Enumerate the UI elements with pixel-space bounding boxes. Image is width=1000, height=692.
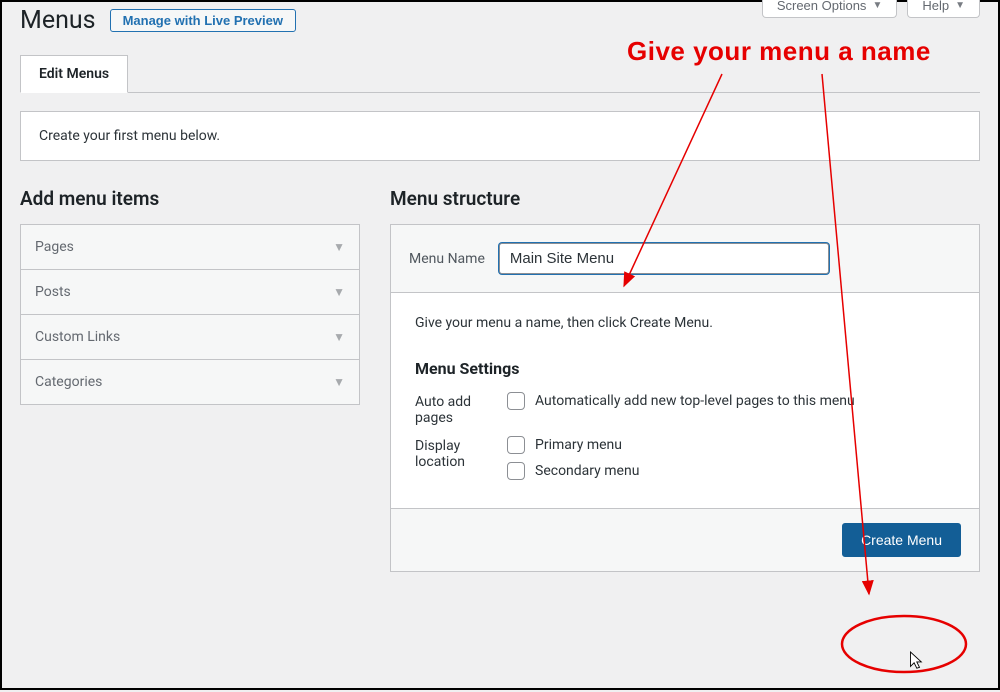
screen-options-label: Screen Options [777,0,867,13]
primary-menu-text: Primary menu [535,437,622,453]
display-location-secondary[interactable]: Secondary menu [507,462,955,480]
chevron-down-icon: ▼ [955,0,965,11]
help-label: Help [922,0,949,13]
screen-options-button[interactable]: Screen Options ▼ [762,0,898,18]
auto-add-pages-option[interactable]: Automatically add new top-level pages to… [507,392,955,410]
accordion-pages-label: Pages [35,239,74,255]
chevron-down-icon: ▼ [872,0,882,11]
chevron-down-icon: ▼ [333,285,345,299]
display-location-primary[interactable]: Primary menu [507,436,955,454]
auto-add-pages-checkbox[interactable] [507,392,525,410]
auto-add-pages-text: Automatically add new top-level pages to… [535,393,855,409]
tab-bar: Edit Menus [20,55,980,93]
secondary-menu-text: Secondary menu [535,463,639,479]
chevron-down-icon: ▼ [333,330,345,344]
auto-add-pages-label: Auto add pages [415,392,507,426]
display-location-label: Display location [415,436,507,480]
menu-items-accordion: Pages ▼ Posts ▼ Custom Links ▼ Categorie… [20,224,360,405]
cursor-icon [906,650,924,672]
notice-first-menu: Create your first menu below. [20,111,980,161]
menu-name-input[interactable] [499,243,829,274]
accordion-categories[interactable]: Categories ▼ [21,360,359,404]
menu-structure-panel: Menu Name Give your menu a name, then cl… [390,224,980,572]
accordion-posts-label: Posts [35,284,71,300]
primary-menu-checkbox[interactable] [507,436,525,454]
help-button[interactable]: Help ▼ [907,0,980,18]
menu-name-help-text: Give your menu a name, then click Create… [391,293,979,353]
add-menu-items-heading: Add menu items [20,187,360,210]
page-title: Menus [20,6,96,35]
menu-structure-heading: Menu structure [390,187,980,210]
accordion-custom-links[interactable]: Custom Links ▼ [21,315,359,360]
accordion-custom-links-label: Custom Links [35,329,120,345]
secondary-menu-checkbox[interactable] [507,462,525,480]
menu-settings-heading: Menu Settings [415,359,955,378]
manage-live-preview-button[interactable]: Manage with Live Preview [110,9,296,32]
accordion-pages[interactable]: Pages ▼ [21,225,359,270]
tab-edit-menus[interactable]: Edit Menus [20,55,128,93]
create-menu-button[interactable]: Create Menu [842,523,961,557]
accordion-categories-label: Categories [35,374,102,390]
chevron-down-icon: ▼ [333,240,345,254]
accordion-posts[interactable]: Posts ▼ [21,270,359,315]
menu-name-label: Menu Name [409,251,485,267]
chevron-down-icon: ▼ [333,375,345,389]
